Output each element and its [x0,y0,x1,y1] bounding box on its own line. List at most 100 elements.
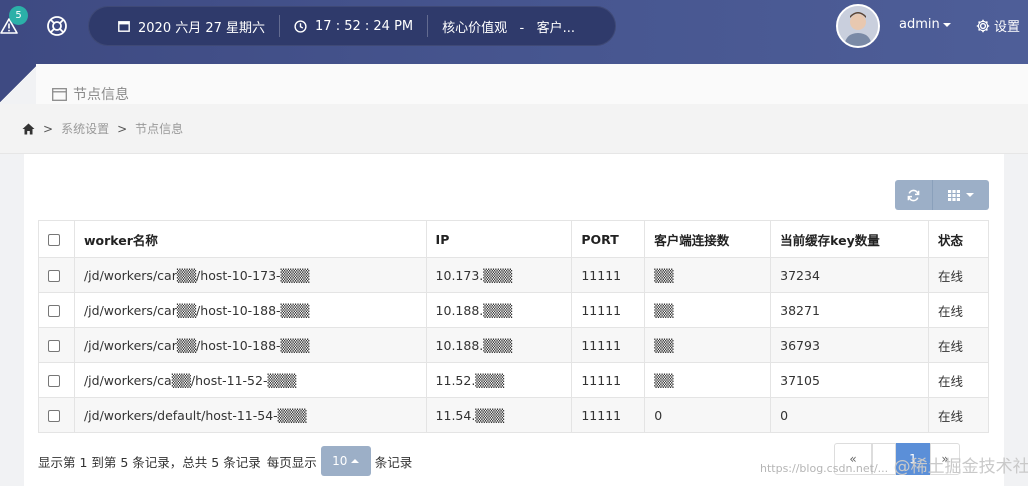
ip-cell: 10.188.▒▒▒ [425,327,573,363]
username-label: admin [899,17,940,32]
ip-cell: 10.173.▒▒▒ [425,257,573,293]
ip-cell: 11.52.▒▒▒ [425,362,573,398]
keys-cell: 36793 [770,327,929,363]
row-select-cell [38,397,75,433]
port-cell: 11111 [571,397,646,433]
alert-count-badge: 5 [9,6,28,25]
worker-name-cell: /jd/workers/car▒▒/host-10-173-▒▒▒ [73,257,427,293]
settings-label: 设置 [994,20,1021,35]
port-cell: 11111 [571,362,646,398]
page-size-value: 10 [332,454,348,468]
clients-cell: ▒▒ [644,327,772,363]
calendar-icon [118,21,130,32]
select-all-checkbox[interactable] [48,234,60,246]
table-row[interactable]: /jd/workers/car▒▒/host-10-173-▒▒▒ 10.173… [38,257,989,293]
keys-cell: 37105 [770,362,929,398]
column-header-status[interactable]: 状态 [928,220,989,258]
clients-cell: ▒▒ [644,362,772,398]
row-select-cell [38,292,75,328]
date-display: 2020 六月 27 星期六 [88,6,279,46]
user-avatar[interactable] [836,4,880,48]
caret-up-icon [351,459,360,463]
worker-name-cell: /jd/workers/car▒▒/host-10-188-▒▒▒ [73,292,427,328]
row-checkbox[interactable] [48,375,60,387]
status-cell: 在线 [928,257,989,293]
grid-icon [948,189,960,201]
home-icon[interactable] [22,123,35,135]
select-all-cell [38,220,75,258]
port-cell: 11111 [571,327,646,363]
status-cell: 在线 [928,292,989,328]
marquee-notice: 核心价值观 - 客户... [428,6,589,46]
clients-cell: 0 [644,397,772,433]
table-toolbar [895,180,989,210]
breadcrumb-item[interactable]: 系统设置 [61,120,109,137]
chevron-right-icon: > [43,121,54,136]
column-header-ip[interactable]: IP [425,220,573,258]
column-header-port[interactable]: PORT [571,220,646,258]
gear-icon [976,19,990,32]
breadcrumb: > 系统设置 > 节点信息 [22,120,183,137]
refresh-button[interactable] [895,180,933,210]
page-size-dropdown[interactable]: 10 [320,446,371,476]
caret-down-icon [966,193,974,197]
user-menu-dropdown[interactable]: admin [899,17,951,32]
time-text: 17 : 52 : 24 PM [315,18,414,34]
datetime-info-pill: 2020 六月 27 星期六 17 : 52 : 24 PM 核心价值观 - 客… [88,6,616,46]
per-page-prefix: 每页显示 [266,454,317,470]
column-header-client-connections[interactable]: 客户端连接数 [644,220,772,258]
avatar-image [838,6,878,46]
sidebar-toggle-corner[interactable] [0,64,36,104]
content-card: worker名称 IP PORT 客户端连接数 当前缓存key数量 状态 /jd… [24,154,1004,486]
port-cell: 11111 [571,257,646,293]
row-checkbox[interactable] [48,270,60,282]
page-title-bar: 节点信息 [36,64,1028,104]
status-cell: 在线 [928,327,989,363]
lifebuoy-icon [47,16,67,36]
keys-cell: 0 [770,397,929,433]
row-checkbox[interactable] [48,410,60,422]
top-navbar: 5 2020 六月 27 星期六 17 : 52 : 24 PM 核心价值观 -… [0,0,1028,64]
table-row[interactable]: /jd/workers/car▒▒/host-10-188-▒▒▒ 10.188… [38,327,989,363]
alerts-button[interactable]: 5 [0,6,28,42]
chevron-right-icon: > [117,121,128,136]
help-button[interactable] [46,15,68,37]
settings-button[interactable]: 设置 [976,16,1020,35]
worker-name-cell: /jd/workers/default/host-11-54-▒▒▒ [73,397,427,433]
row-checkbox[interactable] [48,305,60,317]
row-select-cell [38,257,75,293]
breadcrumb-bar: > 系统设置 > 节点信息 [0,104,1028,154]
clients-cell: ▒▒ [644,257,772,293]
status-cell: 在线 [928,362,989,398]
page-title-text: 节点信息 [73,87,129,103]
marquee-text: 核心价值观 - 客户... [442,20,576,36]
ip-cell: 10.188.▒▒▒ [425,292,573,328]
page-title: 节点信息 [52,84,129,104]
clients-cell: ▒▒ [644,292,772,328]
row-select-cell [38,327,75,363]
row-select-cell [38,362,75,398]
table-row[interactable]: /jd/workers/ca▒▒/host-11-52-▒▒▒ 11.52.▒▒… [38,362,989,398]
table-header-row: worker名称 IP PORT 客户端连接数 当前缓存key数量 状态 [38,220,989,258]
column-header-worker-name[interactable]: worker名称 [73,220,427,258]
pagination-info: 显示第 1 到第 5 条记录，总共 5 条记录 每页显示 10 条记录 [38,446,412,476]
column-header-cached-keys[interactable]: 当前缓存key数量 [770,220,929,258]
table-row[interactable]: /jd/workers/default/host-11-54-▒▒▒ 11.54… [38,397,989,433]
records-summary: 显示第 1 到第 5 条记录，总共 5 条记录 [38,454,261,470]
per-page-suffix: 条记录 [374,454,413,470]
worker-name-cell: /jd/workers/car▒▒/host-10-188-▒▒▒ [73,327,427,363]
columns-toggle-button[interactable] [933,180,989,210]
status-cell: 在线 [928,397,989,433]
watermark-url: https://blog.csdn.net/... [760,462,889,475]
worker-name-cell: /jd/workers/ca▒▒/host-11-52-▒▒▒ [73,362,427,398]
table-row[interactable]: /jd/workers/car▒▒/host-10-188-▒▒▒ 10.188… [38,292,989,328]
ip-cell: 11.54.▒▒▒ [425,397,573,433]
row-checkbox[interactable] [48,340,60,352]
refresh-icon [907,189,920,201]
keys-cell: 38271 [770,292,929,328]
breadcrumb-item-current: 节点信息 [135,122,184,136]
window-icon [52,87,67,101]
nodes-table: worker名称 IP PORT 客户端连接数 当前缓存key数量 状态 /jd… [38,220,989,433]
time-display: 17 : 52 : 24 PM [280,6,427,46]
port-cell: 11111 [571,292,646,328]
